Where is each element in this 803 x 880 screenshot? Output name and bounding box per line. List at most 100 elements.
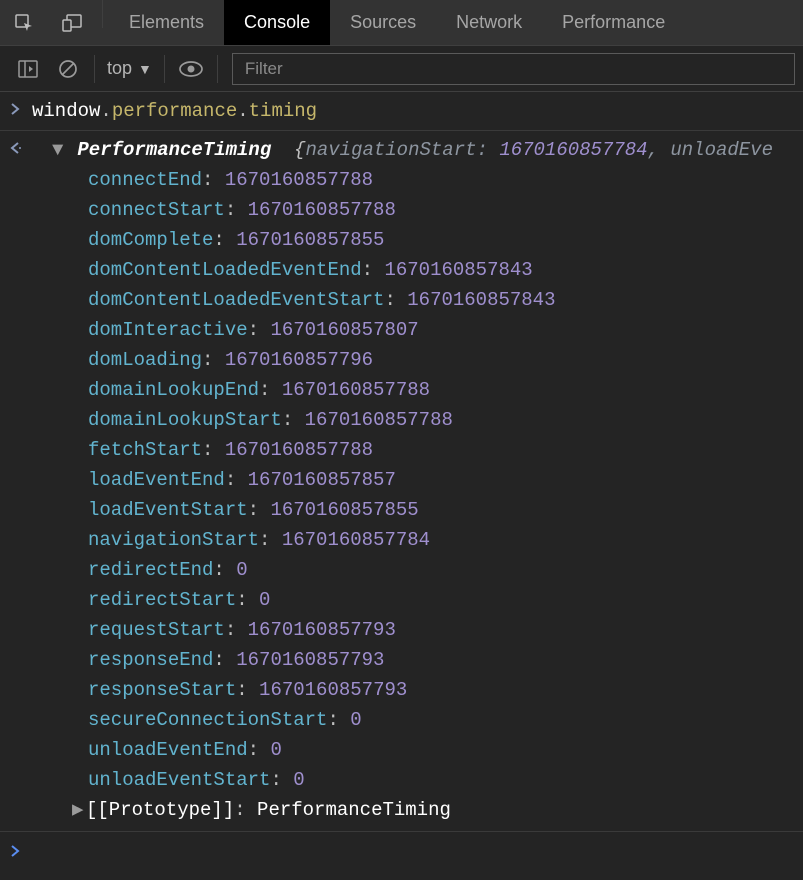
context-selector[interactable]: top ▼: [101, 58, 158, 79]
tab-network[interactable]: Network: [436, 0, 542, 45]
colon: :: [213, 559, 236, 581]
property-value: 1670160857788: [225, 439, 373, 461]
property-value: 1670160857788: [225, 169, 373, 191]
colon: :: [225, 619, 248, 641]
property-row[interactable]: responseEnd: 1670160857793: [52, 645, 803, 675]
colon: :: [259, 529, 282, 551]
property-row[interactable]: navigationStart: 1670160857784: [52, 525, 803, 555]
colon: :: [362, 259, 385, 281]
colon: :: [248, 319, 271, 341]
filter-wrapper: [232, 53, 795, 85]
property-row[interactable]: domContentLoadedEventStart: 167016085784…: [52, 285, 803, 315]
token-property: timing: [249, 100, 317, 122]
preview-key: navigationStart: [305, 139, 476, 161]
token-object: window: [32, 100, 100, 122]
preview-separator: ,: [648, 139, 671, 161]
open-brace: {: [283, 139, 306, 161]
property-value: 1670160857788: [305, 409, 453, 431]
device-toolbar-icon[interactable]: [48, 0, 96, 45]
proto-value: PerformanceTiming: [257, 799, 451, 821]
property-row[interactable]: loadEventStart: 1670160857855: [52, 495, 803, 525]
preview-trail: unloadEve: [670, 139, 773, 161]
console-input-text[interactable]: window.performance.timing: [32, 96, 803, 126]
property-value: 0: [293, 769, 304, 791]
property-key: unloadEventStart: [88, 769, 270, 791]
filter-input[interactable]: [232, 53, 795, 85]
property-value: 1670160857807: [270, 319, 418, 341]
property-row[interactable]: domComplete: 1670160857855: [52, 225, 803, 255]
property-key: domLoading: [88, 349, 202, 371]
preview-colon: :: [477, 139, 500, 161]
property-row[interactable]: unloadEventStart: 0: [52, 765, 803, 795]
token-dot: .: [237, 100, 248, 122]
property-key: unloadEventEnd: [88, 739, 248, 761]
property-row[interactable]: fetchStart: 1670160857788: [52, 435, 803, 465]
prototype-row[interactable]: ▶[[Prototype]]: PerformanceTiming: [52, 795, 803, 825]
expand-toggle-icon[interactable]: ▼: [52, 135, 66, 165]
colon: :: [202, 349, 225, 371]
property-value: 1670160857843: [407, 289, 555, 311]
colon: :: [225, 469, 248, 491]
property-row[interactable]: connectStart: 1670160857788: [52, 195, 803, 225]
property-row[interactable]: domLoading: 1670160857796: [52, 345, 803, 375]
property-value: 1670160857855: [236, 229, 384, 251]
property-value: 1670160857843: [384, 259, 532, 281]
property-key: domContentLoadedEventStart: [88, 289, 384, 311]
console-toolbar: top ▼: [0, 46, 803, 92]
property-row[interactable]: domContentLoadedEventEnd: 1670160857843: [52, 255, 803, 285]
input-prompt-icon: [0, 96, 32, 115]
separator: [102, 0, 103, 28]
property-key: navigationStart: [88, 529, 259, 551]
object-tree: ▼ PerformanceTiming {navigationStart: 16…: [32, 135, 803, 825]
property-key: domainLookupEnd: [88, 379, 259, 401]
property-key: requestStart: [88, 619, 225, 641]
property-key: domainLookupStart: [88, 409, 282, 431]
tab-sources[interactable]: Sources: [330, 0, 436, 45]
property-row[interactable]: redirectStart: 0: [52, 585, 803, 615]
property-value: 1670160857793: [248, 619, 396, 641]
property-key: redirectStart: [88, 589, 236, 611]
colon: :: [270, 769, 293, 791]
property-value: 0: [259, 589, 270, 611]
property-row[interactable]: domainLookupEnd: 1670160857788: [52, 375, 803, 405]
property-value: 1670160857857: [248, 469, 396, 491]
colon: :: [202, 439, 225, 461]
live-expression-icon[interactable]: [171, 53, 211, 85]
property-row[interactable]: requestStart: 1670160857793: [52, 615, 803, 645]
token-dot: .: [100, 100, 111, 122]
property-row[interactable]: connectEnd: 1670160857788: [52, 165, 803, 195]
context-label: top: [107, 58, 132, 79]
separator: [217, 55, 218, 83]
property-row[interactable]: redirectEnd: 0: [52, 555, 803, 585]
property-row[interactable]: domInteractive: 1670160857807: [52, 315, 803, 345]
tab-console[interactable]: Console: [224, 0, 330, 45]
property-row[interactable]: unloadEventEnd: 0: [52, 735, 803, 765]
tab-performance[interactable]: Performance: [542, 0, 685, 45]
property-row[interactable]: loadEventEnd: 1670160857857: [52, 465, 803, 495]
input-prompt-icon: [0, 838, 32, 857]
toggle-sidebar-icon[interactable]: [8, 53, 48, 85]
property-key: responseStart: [88, 679, 236, 701]
colon: :: [384, 289, 407, 311]
colon: :: [202, 169, 225, 191]
property-key: domContentLoadedEventEnd: [88, 259, 362, 281]
colon: :: [225, 199, 248, 221]
property-value: 0: [236, 559, 247, 581]
expand-toggle-icon[interactable]: ▶: [72, 795, 86, 825]
property-row[interactable]: secureConnectionStart: 0: [52, 705, 803, 735]
tab-elements[interactable]: Elements: [109, 0, 224, 45]
type-name: PerformanceTiming: [77, 139, 271, 161]
property-value: 0: [350, 709, 361, 731]
colon: :: [327, 709, 350, 731]
console-prompt-row[interactable]: [0, 831, 803, 863]
property-value: 1670160857788: [248, 199, 396, 221]
property-key: responseEnd: [88, 649, 213, 671]
inspect-icon[interactable]: [0, 0, 48, 45]
property-row[interactable]: responseStart: 1670160857793: [52, 675, 803, 705]
colon: :: [259, 379, 282, 401]
clear-console-icon[interactable]: [48, 53, 88, 85]
separator: [94, 55, 95, 83]
property-value: 0: [270, 739, 281, 761]
property-row[interactable]: domainLookupStart: 1670160857788: [52, 405, 803, 435]
token-property: performance: [112, 100, 237, 122]
